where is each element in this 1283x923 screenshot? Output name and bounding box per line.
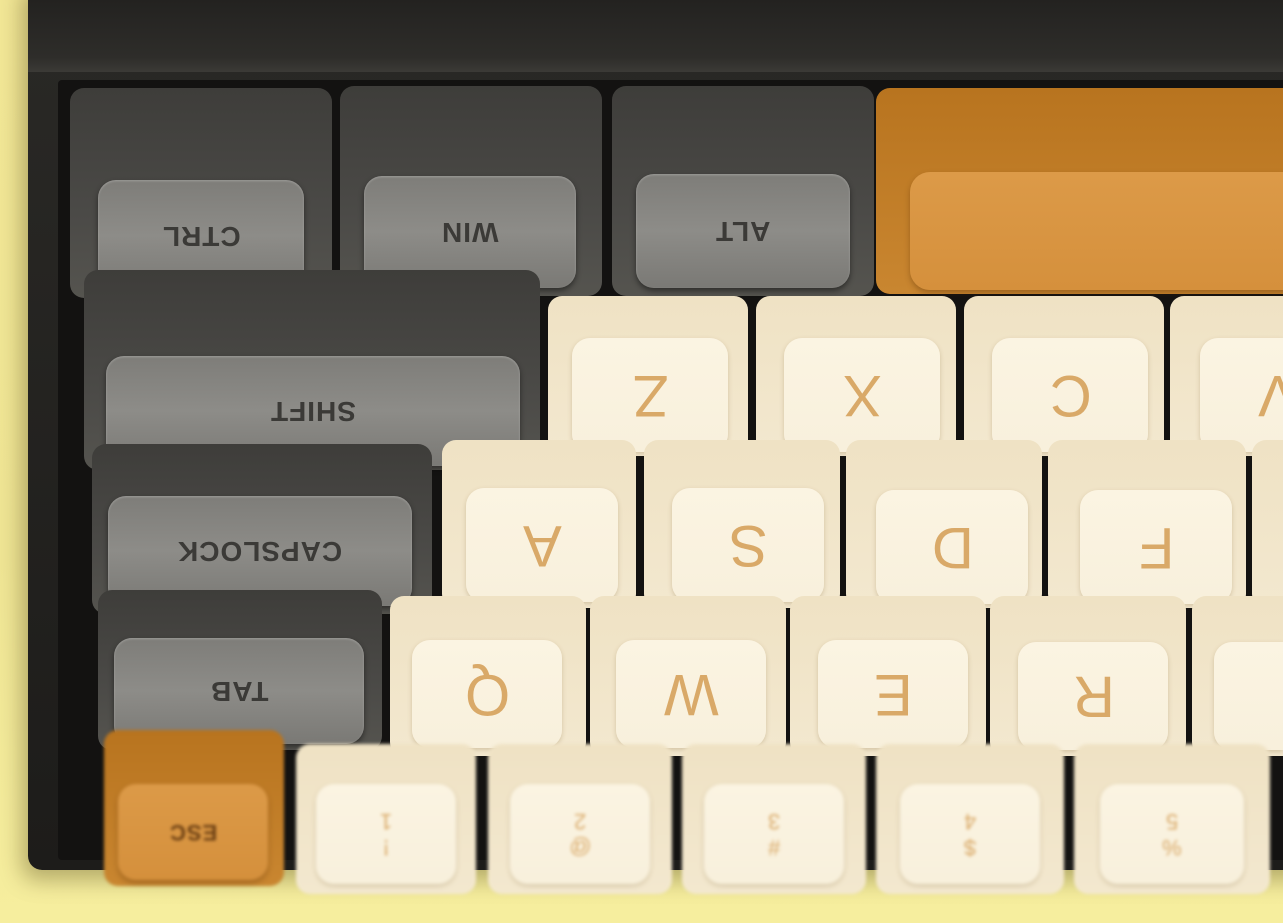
key-alt-legend: ALT [715, 216, 771, 247]
key-capslock: CAPSLOCK [92, 444, 432, 614]
key-e-legend: E [873, 661, 913, 727]
key-win: WIN [340, 86, 602, 296]
key-tab-legend: TAB [209, 676, 269, 707]
key-c: C [964, 296, 1164, 456]
key-esc-legend: ESC [168, 820, 218, 845]
key-3-shift-legend: # [767, 835, 781, 860]
key-s: S [644, 440, 840, 608]
key-d: D [846, 440, 1042, 608]
key-5-legend: 5 [1165, 809, 1179, 834]
key-alt: ALT [612, 86, 874, 296]
key-w-legend: W [663, 661, 719, 727]
keyboard-case-edge [28, 0, 1283, 72]
key-3-legend: 3 [767, 809, 781, 834]
key-d-legend: D [930, 514, 974, 580]
key-esc: ESC [104, 730, 284, 886]
key-2: 2 @ [488, 744, 672, 894]
key-tab: TAB [98, 590, 382, 750]
key-c-legend: C [1048, 362, 1092, 428]
key-1-shift-legend: ! [382, 835, 390, 860]
key-a: A [442, 440, 636, 608]
key-f: F [1048, 440, 1246, 608]
key-4-shift-legend: $ [963, 835, 977, 860]
keyboard-photo: CTRL WIN ALT SHIFT Z X C V [0, 0, 1283, 923]
key-win-legend: WIN [441, 217, 499, 248]
key-ctrl: CTRL [70, 88, 332, 298]
key-shift-legend: SHIFT [270, 396, 356, 427]
key-a-legend: A [522, 512, 562, 578]
key-e: E [790, 596, 986, 756]
key-5: 5 % [1074, 744, 1270, 894]
key-w: W [590, 596, 786, 756]
key-2-shift-legend: @ [568, 835, 592, 860]
key-1-legend: 1 [379, 809, 393, 834]
key-v-legend: V [1257, 362, 1283, 429]
key-r-legend: R [1071, 663, 1115, 729]
key-r: R [990, 596, 1186, 756]
key-spacebar [876, 88, 1283, 294]
key-z: Z [548, 296, 748, 456]
key-1: 1 ! [296, 744, 476, 894]
key-g-partial [1252, 440, 1283, 608]
key-5-shift-legend: % [1162, 835, 1182, 860]
key-q: Q [390, 596, 586, 756]
key-4: 4 $ [876, 744, 1064, 894]
key-4-legend: 4 [963, 809, 977, 834]
key-f-legend: F [1137, 514, 1175, 580]
key-q-legend: Q [463, 661, 511, 727]
key-capslock-legend: CAPSLOCK [177, 536, 343, 567]
key-v: V [1170, 296, 1283, 456]
key-x-legend: X [842, 362, 882, 428]
key-t-partial [1192, 596, 1283, 756]
key-2-legend: 2 [573, 809, 587, 834]
key-s-legend: S [728, 512, 768, 578]
key-3: 3 # [682, 744, 866, 894]
key-z-legend: Z [631, 362, 669, 428]
key-ctrl-legend: CTRL [161, 221, 241, 252]
key-x: X [756, 296, 956, 456]
